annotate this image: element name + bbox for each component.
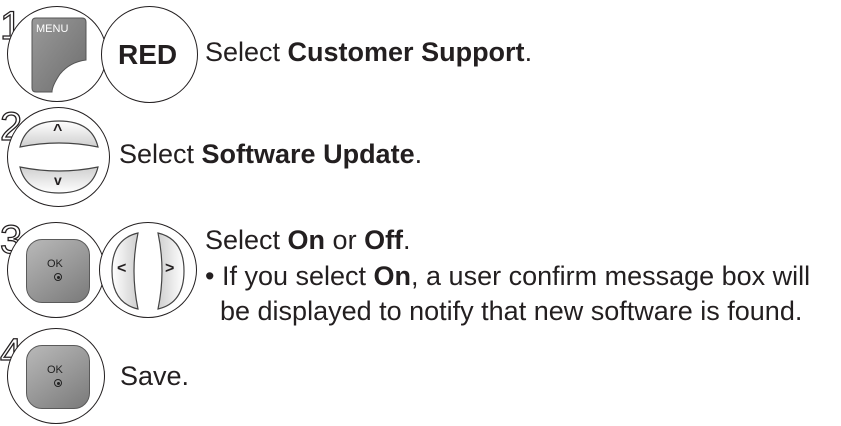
ok-dot [54, 379, 62, 387]
step3-text: Select On or Off. [205, 225, 411, 255]
red-button-label: RED [118, 39, 178, 70]
right-arrow-icon: > [165, 260, 175, 277]
step3-note-line2: be displayed to notify that new software… [220, 296, 803, 326]
ok-button-label: OK [47, 258, 63, 270]
left-arrow-icon: < [117, 260, 127, 277]
ok-button-label: OK [47, 364, 63, 376]
down-arrow-icon: v [54, 172, 62, 188]
step1-text: Select Customer Support. [205, 37, 533, 67]
step3-note-line1: • If you select On, a user confirm messa… [205, 261, 811, 291]
ok-button-icon: OK [26, 239, 90, 303]
ok-dot [54, 273, 62, 281]
menu-button-label: MENU [36, 23, 69, 35]
step4-text: Save. [120, 361, 190, 391]
ok-button-icon: OK [26, 345, 90, 409]
up-arrow-icon: ^ [53, 122, 63, 139]
step2-text: Select Software Update. [119, 139, 423, 169]
